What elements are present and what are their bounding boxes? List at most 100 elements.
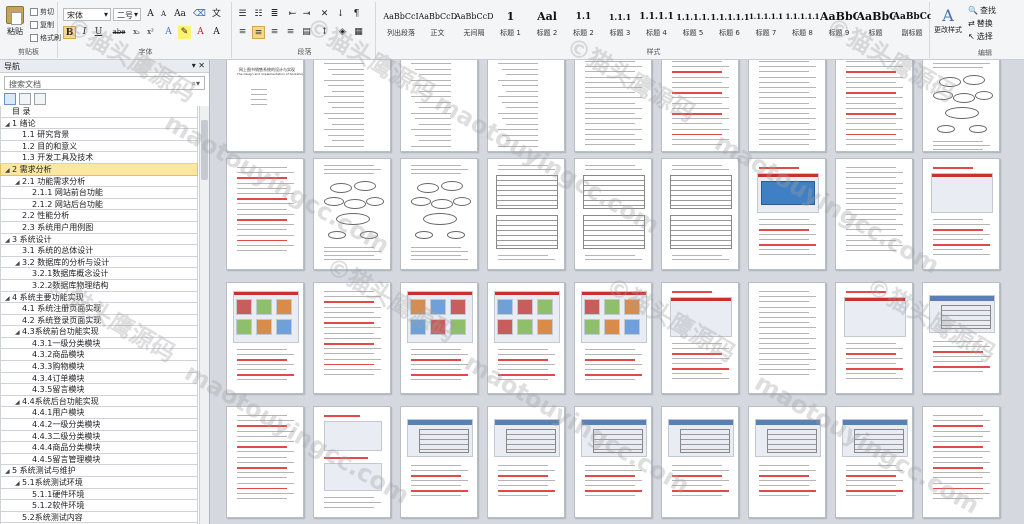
nav-heading-item[interactable]: ◢ 4 系统主要功能实现 xyxy=(0,291,198,304)
document-page-thumbnail[interactable] xyxy=(661,158,739,270)
document-page-thumbnail[interactable] xyxy=(313,406,391,518)
nav-heading-item[interactable]: 4.3.2商品模块 xyxy=(0,349,198,362)
document-page-thumbnail[interactable] xyxy=(400,282,478,394)
nav-heading-item[interactable]: 5.1.2软件环境 xyxy=(0,500,198,512)
pages-view-tab[interactable] xyxy=(19,93,31,105)
align-right-button[interactable]: ≡ xyxy=(268,26,281,39)
clear-format-button[interactable]: ⌫ xyxy=(193,8,206,21)
nav-scrollbar[interactable] xyxy=(199,106,209,524)
style-item[interactable]: AaBbC 标题 xyxy=(857,6,895,46)
style-item[interactable]: 1 标题 1 xyxy=(492,6,530,46)
superscript-button[interactable]: x² xyxy=(144,26,157,39)
grow-font-button[interactable]: A xyxy=(144,8,157,21)
nav-heading-item[interactable]: 4.3.1一级分类模块 xyxy=(0,337,198,350)
document-page-thumbnail[interactable] xyxy=(574,158,652,270)
borders-button[interactable]: ▦ xyxy=(352,26,365,39)
results-view-tab[interactable] xyxy=(34,93,46,105)
document-page-thumbnail[interactable] xyxy=(574,282,652,394)
nav-heading-item[interactable]: 4.4.4商品分类模块 xyxy=(0,442,198,454)
nav-heading-item[interactable]: 目 录 xyxy=(0,106,198,118)
nav-heading-item[interactable]: 4.3.3购物模块 xyxy=(0,361,198,373)
nav-heading-item[interactable]: ◢ 4.4系统后台功能实现 xyxy=(0,395,198,408)
nav-heading-item[interactable]: 5.2系统测试内容 xyxy=(0,511,198,524)
document-page-thumbnail[interactable] xyxy=(574,406,652,518)
font-color-button[interactable]: A xyxy=(194,26,207,39)
bullets-button[interactable]: ☰ xyxy=(236,8,249,21)
nav-heading-item[interactable]: 4.1 系统注册页面实现 xyxy=(0,303,198,315)
nav-heading-item[interactable]: 3.2.2数据库物理结构 xyxy=(0,279,198,292)
document-page-thumbnail[interactable] xyxy=(835,60,913,152)
document-page-thumbnail[interactable] xyxy=(748,406,826,518)
nav-heading-item[interactable]: ◢ 2.1 功能需求分析 xyxy=(0,175,198,188)
document-page-thumbnail[interactable] xyxy=(400,406,478,518)
document-page-thumbnail[interactable] xyxy=(835,406,913,518)
style-item[interactable]: 1.1.1.1.1 标题 7 xyxy=(747,6,785,46)
document-page-thumbnail[interactable] xyxy=(574,60,652,152)
document-page-thumbnail[interactable] xyxy=(487,406,565,518)
document-page-thumbnail[interactable] xyxy=(487,158,565,270)
document-page-thumbnail[interactable] xyxy=(922,158,1000,270)
document-page-thumbnail[interactable] xyxy=(400,60,478,152)
style-item[interactable]: 1.1.1.1 标题 4 xyxy=(638,6,676,46)
style-item[interactable]: Aal 标题 2 xyxy=(528,6,566,46)
nav-menu-icon[interactable]: ▾ xyxy=(192,61,196,70)
nav-heading-item[interactable]: ◢ 2 需求分析 xyxy=(0,163,198,176)
nav-heading-item[interactable]: ◢ 3.2 数据库的分析与设计 xyxy=(0,256,198,269)
nav-scrollbar-thumb[interactable] xyxy=(201,120,208,180)
document-page-thumbnail[interactable] xyxy=(835,158,913,270)
document-page-thumbnail[interactable] xyxy=(226,406,304,518)
headings-view-tab[interactable] xyxy=(4,93,16,105)
nav-heading-item[interactable]: ◢ 5.1系统测试环境 xyxy=(0,477,198,489)
nav-heading-item[interactable]: 2.3 系统用户用例图 xyxy=(0,221,198,234)
nav-heading-item[interactable]: 4.4.5留言管理模块 xyxy=(0,453,198,466)
shrink-font-button[interactable]: A xyxy=(157,8,170,21)
nav-heading-item[interactable]: 2.2 性能分析 xyxy=(0,210,198,222)
nav-heading-item[interactable]: 4.3.4订单模块 xyxy=(0,372,198,385)
sort-button[interactable]: ↓ xyxy=(334,8,347,21)
text-effects-button[interactable]: A xyxy=(162,26,175,39)
find-button[interactable]: 🔍 查找 xyxy=(968,5,996,16)
show-marks-button[interactable]: ¶ xyxy=(350,8,363,21)
bold-button[interactable]: B xyxy=(63,26,76,39)
document-page-thumbnail[interactable] xyxy=(313,282,391,394)
document-page-thumbnail[interactable] xyxy=(661,60,739,152)
italic-button[interactable]: I xyxy=(78,26,91,39)
align-left-button[interactable]: ≡ xyxy=(236,26,249,39)
nav-heading-item[interactable]: 4.4.3二级分类模块 xyxy=(0,430,198,443)
align-center-button[interactable]: ≡ xyxy=(252,26,265,39)
document-page-thumbnail[interactable] xyxy=(748,282,826,394)
document-page-thumbnail[interactable] xyxy=(922,60,1000,152)
nav-search-input[interactable]: 搜索文档 ⌕▾ xyxy=(4,76,205,90)
nav-heading-item[interactable]: 3.1 系统的总体设计 xyxy=(0,245,198,257)
document-page-thumbnail[interactable] xyxy=(226,282,304,394)
document-page-thumbnail[interactable] xyxy=(748,60,826,152)
document-page-thumbnail[interactable] xyxy=(835,282,913,394)
style-item[interactable]: 1.1.1.1.1 标题 8 xyxy=(784,6,822,46)
nav-heading-item[interactable]: ◢ 4.3系统前台功能实现 xyxy=(0,326,198,338)
document-page-thumbnail[interactable] xyxy=(922,282,1000,394)
nav-heading-item[interactable]: ◢ 5 系统测试与维护 xyxy=(0,465,198,477)
highlight-button[interactable]: ✎ xyxy=(178,26,191,39)
strikethrough-button[interactable]: abe xyxy=(110,26,128,39)
document-page-thumbnail[interactable] xyxy=(661,406,739,518)
copy-button[interactable]: 复制 xyxy=(30,19,54,30)
nav-heading-item[interactable]: ◢ 1 绪论 xyxy=(0,117,198,130)
style-item[interactable]: 1.1.1.1. 标题 5 xyxy=(674,6,712,46)
document-page-thumbnail[interactable] xyxy=(400,158,478,270)
replace-button[interactable]: ⇄ 替换 xyxy=(968,18,993,29)
style-item[interactable]: AaBbCcI 列出段落 xyxy=(382,6,420,46)
nav-heading-item[interactable]: 2.1.2 网站后台功能 xyxy=(0,198,198,211)
search-icon[interactable]: ⌕▾ xyxy=(192,79,201,88)
nav-heading-item[interactable]: 4.3.5留言模块 xyxy=(0,384,198,396)
font-size-select[interactable]: 二号 ▾ xyxy=(113,8,141,21)
paste-button[interactable]: 粘贴 xyxy=(4,6,26,40)
char-shading-button[interactable]: A xyxy=(210,26,223,39)
nav-heading-item[interactable]: 1.1 研究背景 xyxy=(0,129,198,141)
document-page-thumbnail[interactable] xyxy=(922,406,1000,518)
style-item[interactable]: 1.1.1.1.1 标题 6 xyxy=(711,6,749,46)
document-page-thumbnail[interactable] xyxy=(661,282,739,394)
multilevel-list-button[interactable]: ≣ xyxy=(268,8,281,21)
nav-heading-item[interactable]: 4.2 系统登录页面实现 xyxy=(0,314,198,327)
change-case-button[interactable]: Aa xyxy=(172,8,188,21)
chinese-layout-button[interactable]: ✕ xyxy=(318,8,331,21)
